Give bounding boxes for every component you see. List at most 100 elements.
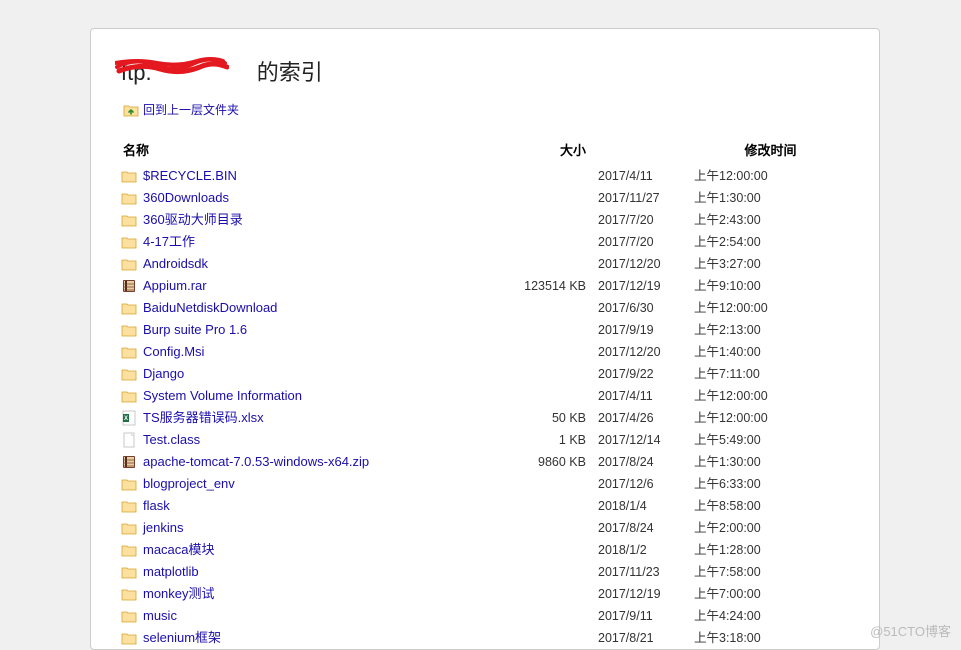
file-link[interactable]: 4-17工作: [143, 233, 195, 251]
file-date: 2017/6/30: [596, 297, 692, 319]
file-size: [506, 539, 596, 561]
file-size: 1 KB: [506, 429, 596, 451]
file-size: [506, 253, 596, 275]
file-time: 上午6:33:00: [692, 473, 849, 495]
folder-icon: [121, 212, 137, 228]
file-date: 2017/12/19: [596, 275, 692, 297]
file-size: [506, 495, 596, 517]
file-size: [506, 363, 596, 385]
file-time: 上午12:00:00: [692, 297, 849, 319]
file-link[interactable]: music: [143, 607, 177, 625]
file-link[interactable]: Appium.rar: [143, 277, 207, 295]
table-row: Burp suite Pro 1.6 2017/9/19上午2:13:00: [121, 319, 849, 341]
file-link[interactable]: Config.Msi: [143, 343, 204, 361]
file-date: 2017/8/24: [596, 451, 692, 473]
folder-icon: [121, 608, 137, 624]
file-name-cell: 360Downloads: [121, 187, 506, 209]
file-listing-table: 名称 大小 修改时间 $RECYCLE.BIN2017/4/11上午12:00:…: [121, 136, 849, 649]
file-size: [506, 187, 596, 209]
file-time: 上午1:30:00: [692, 187, 849, 209]
file-link[interactable]: macaca模块: [143, 541, 215, 559]
file-name-cell: Test.class: [121, 429, 506, 451]
file-time: 上午7:11:00: [692, 363, 849, 385]
file-name-cell: selenium框架: [121, 627, 506, 649]
table-row: jenkins2017/8/24上午2:00:00: [121, 517, 849, 539]
table-row: Config.Msi2017/12/20上午1:40:00: [121, 341, 849, 363]
file-size: [506, 583, 596, 605]
table-row: music2017/9/11上午4:24:00: [121, 605, 849, 627]
file-name-cell: 360驱动大师目录: [121, 209, 506, 231]
table-row: apache-tomcat-7.0.53-windows-x64.zip 9860…: [121, 451, 849, 473]
table-row: matplotlib2017/11/23上午7:58:00: [121, 561, 849, 583]
file-time: 上午1:30:00: [692, 451, 849, 473]
file-size: [506, 165, 596, 187]
file-link[interactable]: $RECYCLE.BIN: [143, 167, 237, 185]
file-date: 2017/4/11: [596, 165, 692, 187]
file-time: 上午12:00:00: [692, 407, 849, 429]
svg-text:X: X: [124, 416, 128, 422]
table-row: Androidsdk2017/12/20上午3:27:00: [121, 253, 849, 275]
file-time: 上午2:13:00: [692, 319, 849, 341]
parent-directory-link[interactable]: 回到上一层文件夹: [123, 101, 239, 118]
file-date: 2017/8/24: [596, 517, 692, 539]
table-row: macaca模块2018/1/2上午1:28:00: [121, 539, 849, 561]
file-size: [506, 209, 596, 231]
file-link[interactable]: flask: [143, 497, 170, 515]
table-row: Appium.rar123514 KB2017/12/19上午9:10:00: [121, 275, 849, 297]
table-row: blogproject_env2017/12/6上午6:33:00: [121, 473, 849, 495]
file-link[interactable]: TS服务器错误码.xlsx: [143, 409, 264, 427]
table-row: X TS服务器错误码.xlsx 50 KB2017/4/26上午12:00:00: [121, 407, 849, 429]
table-row: Test.class1 KB2017/12/14上午5:49:00: [121, 429, 849, 451]
table-row: 4-17工作2017/7/20上午2:54:00: [121, 231, 849, 253]
file-name-cell: 4-17工作: [121, 231, 506, 253]
file-link[interactable]: jenkins: [143, 519, 183, 537]
file-link[interactable]: apache-tomcat-7.0.53-windows-x64.zip: [143, 453, 369, 471]
folder-icon: [121, 388, 137, 404]
column-header-size: 大小: [506, 136, 596, 165]
file-date: 2017/4/26: [596, 407, 692, 429]
file-date: 2018/1/4: [596, 495, 692, 517]
file-link[interactable]: Androidsdk: [143, 255, 208, 273]
file-name-cell: Django: [121, 363, 506, 385]
folder-icon: [121, 366, 137, 382]
file-time: 上午1:40:00: [692, 341, 849, 363]
folder-icon: [121, 564, 137, 580]
column-header-mtime: 修改时间: [692, 136, 849, 165]
file-date: 2017/9/19: [596, 319, 692, 341]
file-name-cell: flask: [121, 495, 506, 517]
file-link[interactable]: selenium框架: [143, 629, 221, 647]
file-time: 上午2:54:00: [692, 231, 849, 253]
watermark: @51CTO博客: [870, 621, 951, 640]
file-icon: [121, 432, 137, 448]
up-arrow-folder-icon: [123, 102, 139, 118]
table-row: 360驱动大师目录2017/7/20上午2:43:00: [121, 209, 849, 231]
folder-icon: [121, 630, 137, 646]
file-size: 123514 KB: [506, 275, 596, 297]
file-date: 2017/12/14: [596, 429, 692, 451]
file-time: 上午12:00:00: [692, 165, 849, 187]
file-size: 9860 KB: [506, 451, 596, 473]
title-suffix: 的索引: [251, 60, 323, 85]
file-size: [506, 473, 596, 495]
file-link[interactable]: matplotlib: [143, 563, 199, 581]
file-link[interactable]: Burp suite Pro 1.6: [143, 321, 247, 339]
file-size: 50 KB: [506, 407, 596, 429]
file-size: [506, 517, 596, 539]
file-link[interactable]: blogproject_env: [143, 475, 235, 493]
file-name-cell: matplotlib: [121, 561, 506, 583]
file-link[interactable]: 360Downloads: [143, 189, 229, 207]
file-link[interactable]: 360驱动大师目录: [143, 211, 243, 229]
file-link[interactable]: Test.class: [143, 431, 200, 449]
file-link[interactable]: Django: [143, 365, 184, 383]
file-time: 上午7:00:00: [692, 583, 849, 605]
table-row: Django2017/9/22上午7:11:00: [121, 363, 849, 385]
column-header-name: 名称: [121, 136, 506, 165]
file-name-cell: monkey测试: [121, 583, 506, 605]
folder-icon: [121, 520, 137, 536]
file-link[interactable]: BaiduNetdiskDownload: [143, 299, 277, 317]
table-row: monkey测试2017/12/19上午7:00:00: [121, 583, 849, 605]
file-link[interactable]: System Volume Information: [143, 387, 302, 405]
table-row: $RECYCLE.BIN 2017/4/11上午12:00:00: [121, 165, 849, 187]
folder-icon: [121, 168, 137, 184]
file-link[interactable]: monkey测试: [143, 585, 215, 603]
